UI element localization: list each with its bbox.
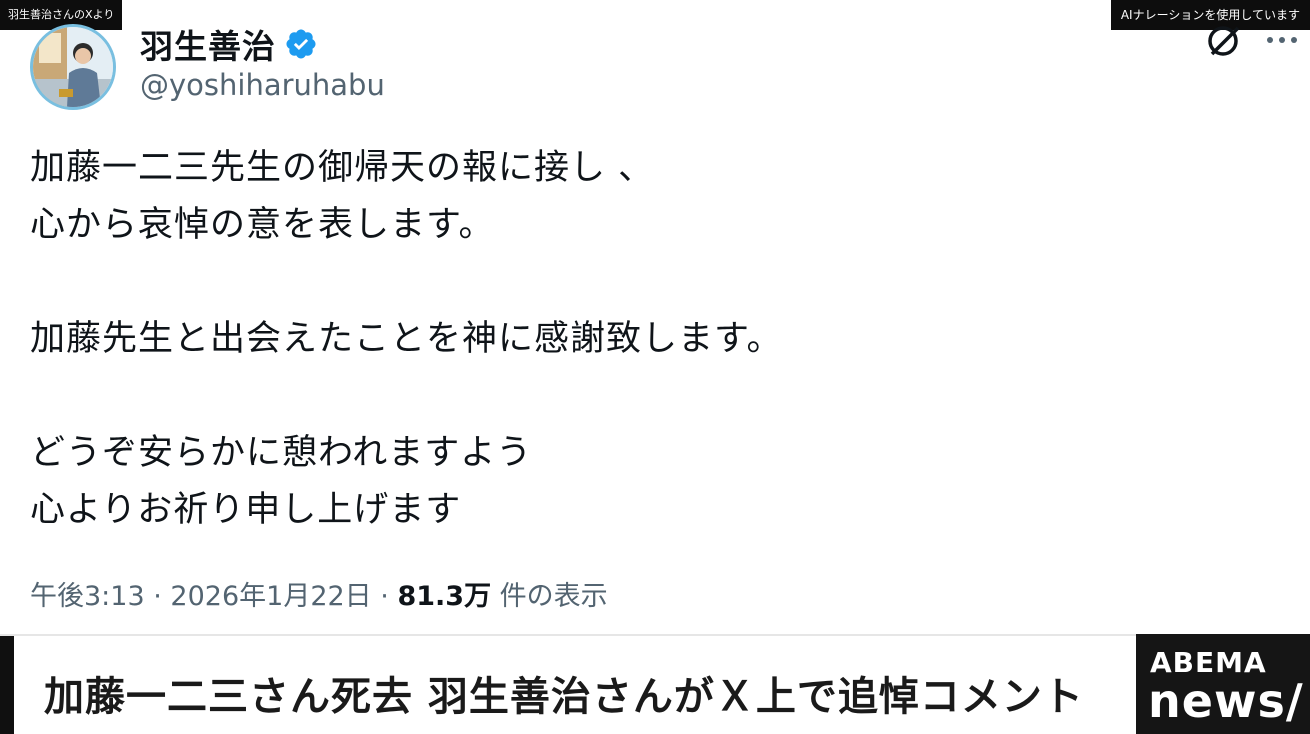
grok-icon[interactable]	[1204, 22, 1242, 60]
views-label: 件の表示	[499, 581, 608, 612]
meta-separator: ·	[380, 581, 389, 612]
video-frame: 羽生善治さんのXより AIナレーションを使用しています 羽生善治 @yoshih…	[0, 0, 1310, 734]
tweet-line: 心よりお祈り申し上げます	[30, 490, 462, 530]
views-count: 81.3万	[397, 581, 492, 612]
tweet-line: どうぞ安らかに憩われますよう	[30, 433, 533, 473]
news-headline: 加藤一二三さん死去 羽生善治さんがＸ上で追悼コメント	[44, 674, 1084, 720]
tweet-line: 加藤先生と出会えたことを神に感謝致します。	[30, 319, 783, 359]
tweet-line-blank	[30, 254, 1230, 311]
tweet-date[interactable]: 2026年1月22日	[170, 581, 371, 612]
display-name[interactable]: 羽生善治	[140, 20, 276, 68]
tweet-line: 心から哀悼の意を表します。	[30, 205, 495, 245]
caption-accent	[0, 636, 14, 734]
tweet-time[interactable]: 午後3:13	[30, 581, 145, 612]
abema-news-logo: ABEMA news/	[1136, 634, 1310, 734]
avatar[interactable]	[30, 24, 116, 110]
meta-separator: ·	[153, 581, 162, 612]
user-handle[interactable]: @yoshiharuhabu	[140, 68, 385, 102]
tweet-body: 加藤一二三先生の御帰天の報に接し 、 心から哀悼の意を表します。 加藤先生と出会…	[30, 140, 1230, 539]
tweet-line-blank	[30, 368, 1230, 425]
author-name-row: 羽生善治	[140, 20, 318, 68]
tweet-line: 加藤一二三先生の御帰天の報に接し 、	[30, 148, 655, 188]
more-options-icon[interactable]	[1264, 30, 1300, 50]
logo-bottom-text: news/	[1148, 674, 1304, 728]
tweet-meta: 午後3:13 · 2026年1月22日 · 81.3万 件の表示	[30, 574, 608, 613]
verified-badge-icon	[286, 29, 316, 59]
